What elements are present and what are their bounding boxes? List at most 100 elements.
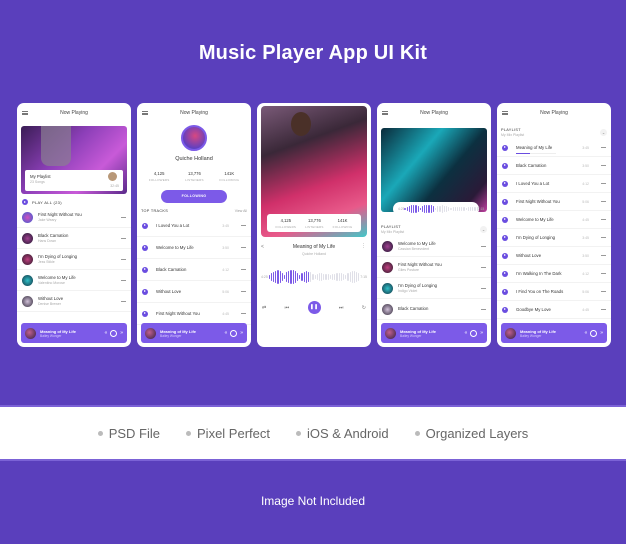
bullet-icon — [97, 430, 103, 436]
pause-button[interactable]: ❚❚ — [307, 301, 321, 314]
play-icon[interactable] — [502, 216, 508, 223]
more-icon[interactable] — [601, 237, 606, 238]
list-item[interactable]: Without Love 3:50 — [497, 247, 611, 265]
more-icon[interactable] — [601, 273, 606, 274]
list-item[interactable]: Welcome to My Life 4:45 — [497, 211, 611, 229]
play-icon[interactable] — [142, 288, 148, 295]
mini-player[interactable]: Meaning of My Life Bailey Wonger « » — [21, 323, 127, 343]
stat-value: 141K — [337, 217, 348, 223]
view-all-link[interactable]: View All — [235, 209, 247, 213]
mini-player[interactable]: Meaning of My Life Bailey Wonger « » — [141, 323, 247, 343]
menu-icon[interactable] — [502, 111, 508, 115]
list-item[interactable]: Black Carnation — [377, 299, 491, 320]
more-icon[interactable] — [481, 245, 486, 247]
play-icon[interactable] — [142, 266, 148, 273]
play-icon[interactable] — [502, 234, 508, 241]
more-icon[interactable] — [241, 313, 246, 314]
list-item[interactable]: Black Carnation 4:12 — [137, 259, 251, 281]
more-icon[interactable] — [601, 219, 606, 220]
list-item[interactable]: Meaning of My Life 3:45 — [497, 139, 611, 157]
track-title: I'm Dying of Longing — [38, 254, 78, 259]
list-item[interactable]: Welcome to My Life Valentino Morose — [17, 270, 131, 291]
menu-icon[interactable] — [22, 111, 28, 115]
play-icon[interactable] — [502, 162, 508, 169]
play-all-button[interactable]: PLAY ALL (23) — [17, 194, 131, 207]
pause-icon[interactable] — [230, 329, 238, 337]
more-icon[interactable] — [121, 300, 126, 302]
list-item[interactable]: Black Carnation Hans Down — [17, 228, 131, 249]
play-icon[interactable] — [502, 144, 508, 151]
menu-icon[interactable] — [142, 111, 148, 115]
previous-icon[interactable]: ⏮ — [285, 305, 290, 311]
play-icon[interactable] — [142, 244, 148, 251]
list-item[interactable]: I'm Dying of Longing 3:45 — [497, 229, 611, 247]
chevron-down-icon[interactable]: ⌄ — [480, 226, 487, 233]
repeat-icon[interactable]: ↻ — [362, 305, 366, 311]
play-icon[interactable] — [142, 310, 148, 317]
play-icon[interactable] — [502, 288, 508, 295]
share-icon[interactable]: < — [261, 244, 264, 250]
more-icon[interactable] — [601, 291, 606, 292]
mini-player[interactable]: Meaning of My Life Bailey Wonger « » — [381, 323, 487, 343]
list-item[interactable]: Welcome to My Life Cassian Benevolent — [377, 236, 491, 257]
list-item[interactable]: First Night Without You Jake Weary — [17, 207, 131, 228]
rewind-icon[interactable]: « — [584, 330, 587, 336]
more-icon[interactable] — [241, 269, 246, 270]
list-item[interactable]: Welcome to My Life 3:50 — [137, 237, 251, 259]
more-icon[interactable] — [481, 287, 486, 289]
chevron-down-icon[interactable]: ⌄ — [600, 129, 607, 136]
list-item[interactable]: Without Love 5:06 — [137, 281, 251, 303]
list-item[interactable]: I'm Dying of Longing Jess Stikle — [17, 249, 131, 270]
more-icon[interactable] — [481, 308, 486, 310]
list-item[interactable]: I'm Walking In The Dark 4:12 — [497, 265, 611, 283]
more-icon[interactable] — [601, 255, 606, 256]
more-icon[interactable]: ⋮ — [361, 243, 366, 249]
list-item[interactable]: I Loved You a Lot 3:45 — [137, 215, 251, 237]
menu-icon[interactable] — [382, 111, 388, 115]
waveform-seekbar[interactable] — [268, 269, 360, 285]
shuffle-icon[interactable]: ⇄ — [262, 305, 266, 311]
rewind-icon[interactable]: « — [104, 330, 107, 336]
play-icon[interactable] — [142, 222, 148, 229]
pause-icon[interactable] — [110, 329, 118, 337]
list-item[interactable]: Goodbye My Love 4:45 — [497, 301, 611, 319]
forward-icon[interactable]: » — [240, 330, 243, 336]
list-item[interactable]: First Night Without You Giles Posture — [377, 257, 491, 278]
more-icon[interactable] — [601, 147, 606, 148]
rewind-icon[interactable]: « — [224, 330, 227, 336]
forward-icon[interactable]: » — [120, 330, 123, 336]
following-button[interactable]: FOLLOWING — [161, 190, 227, 203]
list-item[interactable]: I Loved You a Lot 4:12 — [497, 175, 611, 193]
pause-icon[interactable] — [470, 329, 478, 337]
more-icon[interactable] — [121, 237, 126, 239]
play-icon[interactable] — [502, 198, 508, 205]
more-icon[interactable] — [481, 266, 486, 268]
more-icon[interactable] — [241, 291, 246, 292]
list-item[interactable]: First Night Without You 5:06 — [497, 193, 611, 211]
play-icon[interactable] — [502, 270, 508, 277]
play-icon[interactable] — [502, 252, 508, 259]
more-icon[interactable] — [601, 201, 606, 202]
list-item[interactable]: Black Carnation 3:50 — [497, 157, 611, 175]
mini-player[interactable]: Meaning of My Life Bailey Wonger « » — [501, 323, 607, 343]
play-icon[interactable] — [502, 180, 508, 187]
forward-icon[interactable]: » — [480, 330, 483, 336]
more-icon[interactable] — [601, 309, 606, 310]
list-item[interactable]: I'm Dying of Longing Indigo Violet — [377, 278, 491, 299]
next-icon[interactable]: ⏭ — [339, 305, 344, 311]
more-icon[interactable] — [121, 279, 126, 281]
pause-icon[interactable] — [590, 329, 598, 337]
list-item[interactable]: I Find You on The Roads 5:06 — [497, 283, 611, 301]
playlist-card[interactable]: My Playlist 23 Songs 32:45 — [25, 170, 123, 191]
more-icon[interactable] — [241, 247, 246, 248]
list-item[interactable]: First Night Without You 4:45 — [137, 303, 251, 325]
more-icon[interactable] — [121, 258, 126, 260]
more-icon[interactable] — [601, 165, 606, 166]
play-icon[interactable] — [502, 306, 508, 313]
rewind-icon[interactable]: « — [464, 330, 467, 336]
forward-icon[interactable]: » — [600, 330, 603, 336]
list-item[interactable]: Without Love Denise Brewer — [17, 291, 131, 312]
more-icon[interactable] — [241, 225, 246, 226]
more-icon[interactable] — [601, 183, 606, 184]
more-icon[interactable] — [121, 216, 126, 218]
